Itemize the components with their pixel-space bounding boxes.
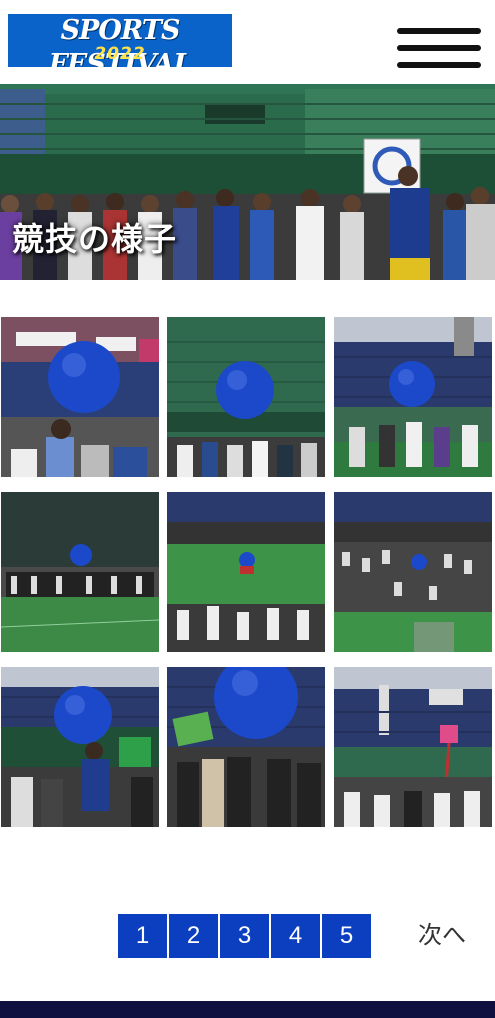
footer-bar — [0, 1001, 495, 1018]
gallery-photo-1[interactable] — [1, 317, 159, 477]
hamburger-menu-button[interactable] — [395, 26, 483, 72]
gallery-photo-3[interactable] — [334, 317, 492, 477]
gallery-photo-9[interactable] — [334, 667, 492, 827]
gallery-photo-6[interactable] — [334, 492, 492, 652]
page-3-button[interactable]: 3 — [220, 914, 269, 958]
hero-title: 競技の様子 — [12, 220, 178, 258]
next-page-link[interactable]: 次へ — [418, 918, 466, 952]
page-2-button[interactable]: 2 — [169, 914, 218, 958]
gallery-photo-8[interactable] — [167, 667, 325, 827]
site-header: SPORTS FESTIVAL 2022 — [0, 0, 495, 84]
logo-year: 2022 — [94, 44, 146, 64]
page-4-button[interactable]: 4 — [271, 914, 320, 958]
gallery-photo-7[interactable] — [1, 667, 159, 827]
gallery-photo-2[interactable] — [167, 317, 325, 477]
page-1-button[interactable]: 1 — [118, 914, 167, 958]
gallery-photo-5[interactable] — [167, 492, 325, 652]
page-5-button[interactable]: 5 — [322, 914, 371, 958]
sports-festival-logo[interactable]: SPORTS FESTIVAL 2022 — [8, 14, 232, 67]
gallery-photo-4[interactable] — [1, 492, 159, 652]
